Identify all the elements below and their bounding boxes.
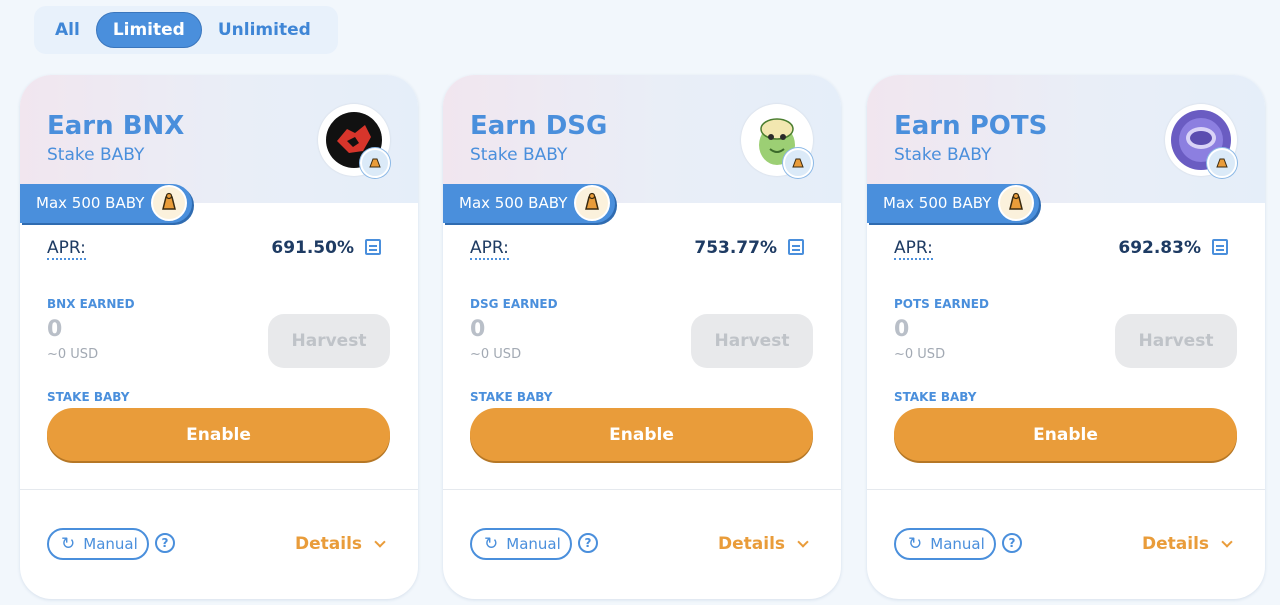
details-label: Details [1142, 534, 1210, 554]
chevron-down-icon [797, 535, 809, 548]
calculator-icon[interactable] [788, 239, 804, 255]
baby-token-badge-icon [783, 148, 813, 178]
earned-label: DSG EARNED [470, 297, 558, 311]
enable-button[interactable]: Enable [47, 408, 390, 461]
pool-subtitle: Stake BABY [894, 145, 992, 165]
baby-token-badge-icon [360, 148, 390, 178]
calculator-icon[interactable] [1212, 239, 1228, 255]
max-stake-label: Max 500 BABY [459, 194, 568, 212]
apr-label[interactable]: APR: [47, 238, 86, 260]
pool-title: Earn DSG [470, 111, 608, 141]
apr-value: 692.83% [1118, 238, 1201, 258]
manual-label: Manual [83, 535, 138, 553]
help-icon[interactable]: ? [155, 533, 175, 553]
earned-label: POTS EARNED [894, 297, 989, 311]
calculator-icon[interactable] [365, 239, 381, 255]
details-toggle[interactable]: Details [1142, 534, 1233, 554]
baby-pacifier-icon [998, 185, 1034, 221]
max-stake-tag: Max 500 BABY [443, 184, 615, 223]
pool-title: Earn BNX [47, 111, 185, 141]
baby-token-badge-icon [1207, 148, 1237, 178]
stake-label: STAKE BABY [47, 390, 130, 404]
manual-badge: ↻ Manual [47, 528, 149, 560]
refresh-icon: ↻ [908, 533, 923, 554]
help-icon[interactable]: ? [578, 533, 598, 553]
manual-badge: ↻ Manual [894, 528, 996, 560]
filter-limited-tab[interactable]: Limited [95, 12, 202, 48]
filter-all-tab[interactable]: All [39, 12, 96, 48]
earned-usd-value: ~0 USD [470, 347, 522, 362]
chevron-down-icon [1221, 535, 1233, 548]
max-stake-tag: Max 500 BABY [867, 184, 1039, 223]
earned-usd-value: ~0 USD [47, 347, 99, 362]
manual-label: Manual [930, 535, 985, 553]
details-label: Details [718, 534, 786, 554]
earned-usd-value: ~0 USD [894, 347, 946, 362]
apr-value: 691.50% [271, 238, 354, 258]
details-label: Details [295, 534, 363, 554]
filter-unlimited-tab[interactable]: Unlimited [202, 12, 327, 48]
earned-value: 0 [470, 317, 486, 342]
max-stake-label: Max 500 BABY [36, 194, 145, 212]
harvest-button[interactable]: Harvest [1115, 314, 1237, 368]
baby-pacifier-icon [151, 185, 187, 221]
manual-label: Manual [506, 535, 561, 553]
card-divider [20, 489, 418, 490]
baby-pacifier-icon [574, 185, 610, 221]
pool-card: Earn BNX Stake BABY Max 500 BABY APR: 69… [20, 75, 418, 599]
stake-label: STAKE BABY [470, 390, 553, 404]
earned-label: BNX EARNED [47, 297, 135, 311]
details-toggle[interactable]: Details [718, 534, 809, 554]
max-stake-label: Max 500 BABY [883, 194, 992, 212]
apr-label[interactable]: APR: [894, 238, 933, 260]
max-stake-tag: Max 500 BABY [20, 184, 192, 223]
pool-filter-tabs: All Limited Unlimited [34, 6, 338, 54]
card-divider [443, 489, 841, 490]
apr-value: 753.77% [694, 238, 777, 258]
details-toggle[interactable]: Details [295, 534, 386, 554]
refresh-icon: ↻ [484, 533, 499, 554]
pool-card: Earn DSG Stake BABY Max 500 BABY APR: 75… [443, 75, 841, 599]
earned-value: 0 [47, 317, 63, 342]
pool-card: Earn POTS Stake BABY Max 500 BABY APR: 6… [867, 75, 1265, 599]
earned-value: 0 [894, 317, 910, 342]
manual-badge: ↻ Manual [470, 528, 572, 560]
refresh-icon: ↻ [61, 533, 76, 554]
apr-label[interactable]: APR: [470, 238, 509, 260]
harvest-button[interactable]: Harvest [691, 314, 813, 368]
harvest-button[interactable]: Harvest [268, 314, 390, 368]
enable-button[interactable]: Enable [894, 408, 1237, 461]
help-icon[interactable]: ? [1002, 533, 1022, 553]
chevron-down-icon [374, 535, 386, 548]
pool-title: Earn POTS [894, 111, 1048, 141]
card-divider [867, 489, 1265, 490]
pool-subtitle: Stake BABY [47, 145, 145, 165]
pool-subtitle: Stake BABY [470, 145, 568, 165]
stake-label: STAKE BABY [894, 390, 977, 404]
enable-button[interactable]: Enable [470, 408, 813, 461]
